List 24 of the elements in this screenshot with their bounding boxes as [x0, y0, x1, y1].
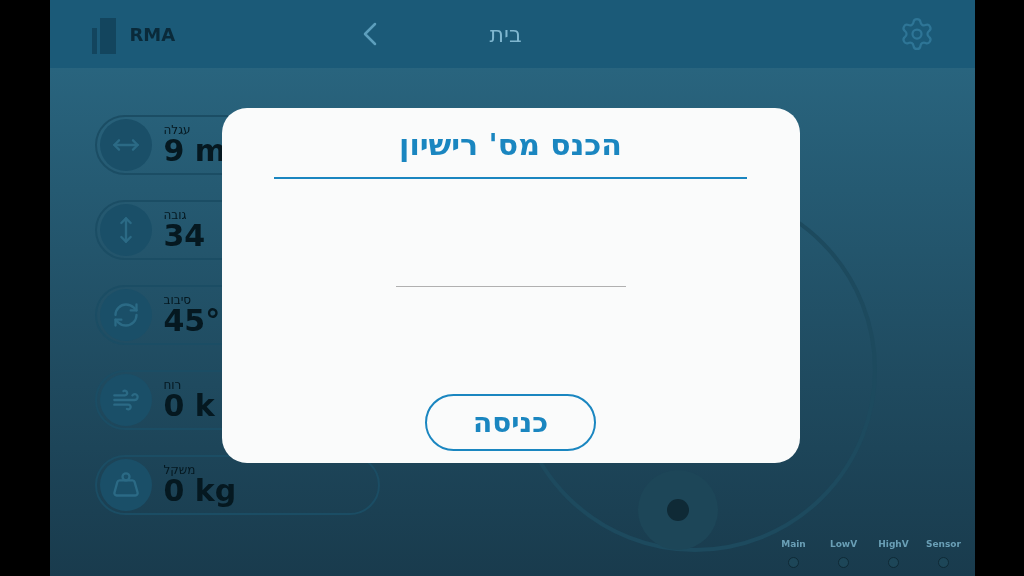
- logo-text: RMA: [129, 22, 176, 47]
- indicator-label: Main: [781, 537, 806, 551]
- indicator-light: [788, 557, 799, 568]
- indicator-light: [938, 557, 949, 568]
- page-title: בית: [489, 20, 522, 49]
- stat-value: 45°: [163, 306, 221, 336]
- stat-value: 34: [163, 221, 206, 251]
- stat-label: רוח: [163, 379, 183, 391]
- stat-icon: [99, 119, 152, 171]
- stat-label: גובה: [163, 209, 188, 221]
- stat-value: 0 k: [163, 391, 215, 421]
- indicator-label: Sensor: [926, 537, 961, 551]
- dialog-title: הכנס מס' רישיון: [399, 126, 622, 164]
- stat-label: סיבוב: [163, 294, 193, 306]
- stat-icon: [99, 459, 152, 511]
- indicator-label: HighV: [878, 537, 909, 551]
- indicator-light: [888, 557, 899, 568]
- indicator-light: [838, 557, 849, 568]
- stat-icon: [99, 204, 152, 256]
- enter-button[interactable]: כניסה: [425, 394, 596, 451]
- stat-icon: [99, 289, 152, 341]
- stat-icon: [99, 374, 152, 426]
- indicator-label: LowV: [829, 537, 858, 551]
- stat-label: עגלה: [163, 124, 192, 136]
